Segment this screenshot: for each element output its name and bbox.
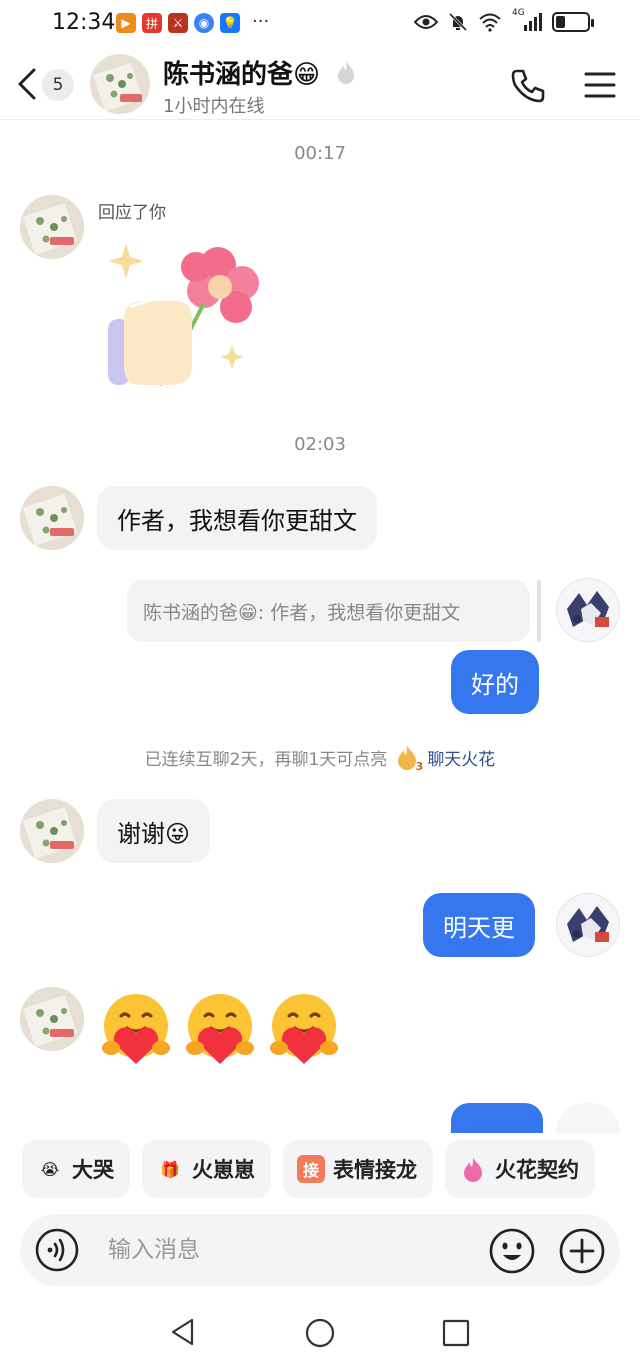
eye-icon bbox=[414, 15, 438, 29]
emoji-button[interactable] bbox=[488, 1227, 536, 1275]
battery-level bbox=[556, 16, 565, 28]
nav-back-icon[interactable] bbox=[168, 1317, 198, 1347]
flame-icon bbox=[459, 1155, 487, 1183]
more-notifications-icon: ··· bbox=[252, 11, 270, 32]
chevron-left-icon bbox=[18, 68, 36, 100]
game-app-icon: ⚔ bbox=[168, 13, 188, 33]
hugging-heart-emoji[interactable] bbox=[97, 990, 175, 1068]
message-input[interactable] bbox=[108, 1232, 468, 1268]
smiley-icon bbox=[489, 1228, 535, 1274]
flame-icon: 3 bbox=[393, 743, 424, 773]
relay-icon: 接 bbox=[297, 1155, 325, 1183]
quick-reply-label: 大哭 bbox=[72, 1158, 114, 1182]
quick-reply-cry[interactable]: 😭 大哭 bbox=[22, 1140, 130, 1198]
voice-icon bbox=[35, 1228, 79, 1272]
timestamp: 00:17 bbox=[294, 143, 346, 164]
contact-avatar[interactable] bbox=[20, 486, 84, 550]
contact-avatar[interactable] bbox=[20, 195, 84, 259]
contact-avatar[interactable] bbox=[20, 799, 84, 863]
nav-recents-icon[interactable] bbox=[441, 1318, 471, 1348]
notification-icons: ▶ 拼 ⚔ ◉ 💡 ··· bbox=[116, 13, 269, 33]
contact-avatar[interactable] bbox=[20, 987, 84, 1051]
fire-mascot-icon: 🎁 bbox=[160, 1159, 180, 1179]
online-status: 1小时内在线 bbox=[163, 96, 265, 117]
shopping-app-icon: 拼 bbox=[142, 13, 162, 33]
quick-reply-emoji-relay[interactable]: 接 表情接龙 bbox=[283, 1140, 433, 1198]
plus-icon bbox=[559, 1228, 605, 1274]
outgoing-message-bubble[interactable]: 好的 bbox=[451, 650, 539, 714]
quick-reply-label: 火崽崽 bbox=[192, 1158, 255, 1182]
voice-button[interactable] bbox=[34, 1227, 80, 1273]
spark-flame-icon[interactable] bbox=[334, 58, 358, 86]
timestamp: 02:03 bbox=[294, 434, 346, 455]
hugging-heart-emoji[interactable] bbox=[265, 990, 343, 1068]
flame-count: 3 bbox=[415, 760, 424, 773]
quick-reply-bar: 😭 大哭 🎁 火崽崽 接 表情接龙 火花契约 bbox=[22, 1140, 595, 1198]
nav-home-icon[interactable] bbox=[304, 1317, 336, 1349]
hand-holding-flower-sticker[interactable] bbox=[100, 235, 260, 395]
chat-header: 5 陈书涵的爸😁 1小时内在线 bbox=[0, 48, 640, 120]
quote-divider bbox=[537, 580, 541, 642]
browser-app-icon: ◉ bbox=[194, 13, 214, 33]
outgoing-message-bubble-partial[interactable] bbox=[451, 1103, 543, 1133]
reaction-label: 回应了你 bbox=[98, 203, 166, 223]
mute-bell-icon bbox=[448, 12, 468, 32]
contact-avatar[interactable] bbox=[90, 54, 150, 114]
hugging-heart-emoji[interactable] bbox=[181, 990, 259, 1068]
call-button[interactable] bbox=[508, 66, 548, 106]
my-avatar[interactable] bbox=[556, 893, 620, 957]
quick-reply-fire-mascot[interactable]: 🎁 火崽崽 bbox=[142, 1140, 271, 1198]
video-app-icon: ▶ bbox=[116, 13, 136, 33]
streak-text: 已连续互聊2天，再聊1天可点亮 bbox=[144, 749, 388, 770]
hamburger-menu-icon bbox=[584, 72, 616, 98]
my-avatar-partial bbox=[556, 1103, 620, 1133]
quick-reply-label: 火花契约 bbox=[495, 1158, 579, 1182]
unread-count-badge[interactable]: 5 bbox=[42, 69, 74, 101]
wifi-icon bbox=[479, 13, 501, 32]
quick-reply-spark-contract[interactable]: 火花契约 bbox=[445, 1140, 595, 1198]
my-avatar[interactable] bbox=[556, 578, 620, 642]
contact-name[interactable]: 陈书涵的爸😁 bbox=[163, 54, 320, 91]
menu-button[interactable] bbox=[582, 68, 618, 102]
incoming-message-bubble[interactable]: 谢谢😜 bbox=[97, 799, 211, 863]
signal-icon: 4G bbox=[512, 8, 542, 32]
status-bar: 12:34 ▶ 拼 ⚔ ◉ 💡 ··· 4G bbox=[0, 0, 640, 48]
system-navigation-bar bbox=[0, 1300, 640, 1370]
status-time: 12:34 bbox=[52, 10, 116, 35]
system-icons: 4G bbox=[414, 8, 594, 32]
battery-icon bbox=[552, 12, 594, 32]
outgoing-message-bubble[interactable]: 明天更 bbox=[423, 893, 535, 957]
more-actions-button[interactable] bbox=[558, 1227, 606, 1275]
back-button[interactable] bbox=[12, 64, 42, 104]
incoming-message-bubble[interactable]: 作者，我想看你更甜文 bbox=[97, 486, 377, 550]
crying-face-icon: 😭 bbox=[40, 1159, 60, 1179]
quick-reply-label: 表情接龙 bbox=[333, 1158, 417, 1182]
quoted-message[interactable]: 陈书涵的爸😁: 作者，我想看你更甜文 bbox=[127, 580, 530, 642]
message-input-bar bbox=[20, 1214, 620, 1286]
chat-spark-link[interactable]: 聊天火花 bbox=[427, 745, 495, 770]
phone-icon bbox=[511, 69, 545, 103]
spark-streak-notice: 已连续互聊2天，再聊1天可点亮 3 聊天火花 bbox=[0, 743, 640, 773]
bulb-app-icon: 💡 bbox=[220, 13, 240, 33]
